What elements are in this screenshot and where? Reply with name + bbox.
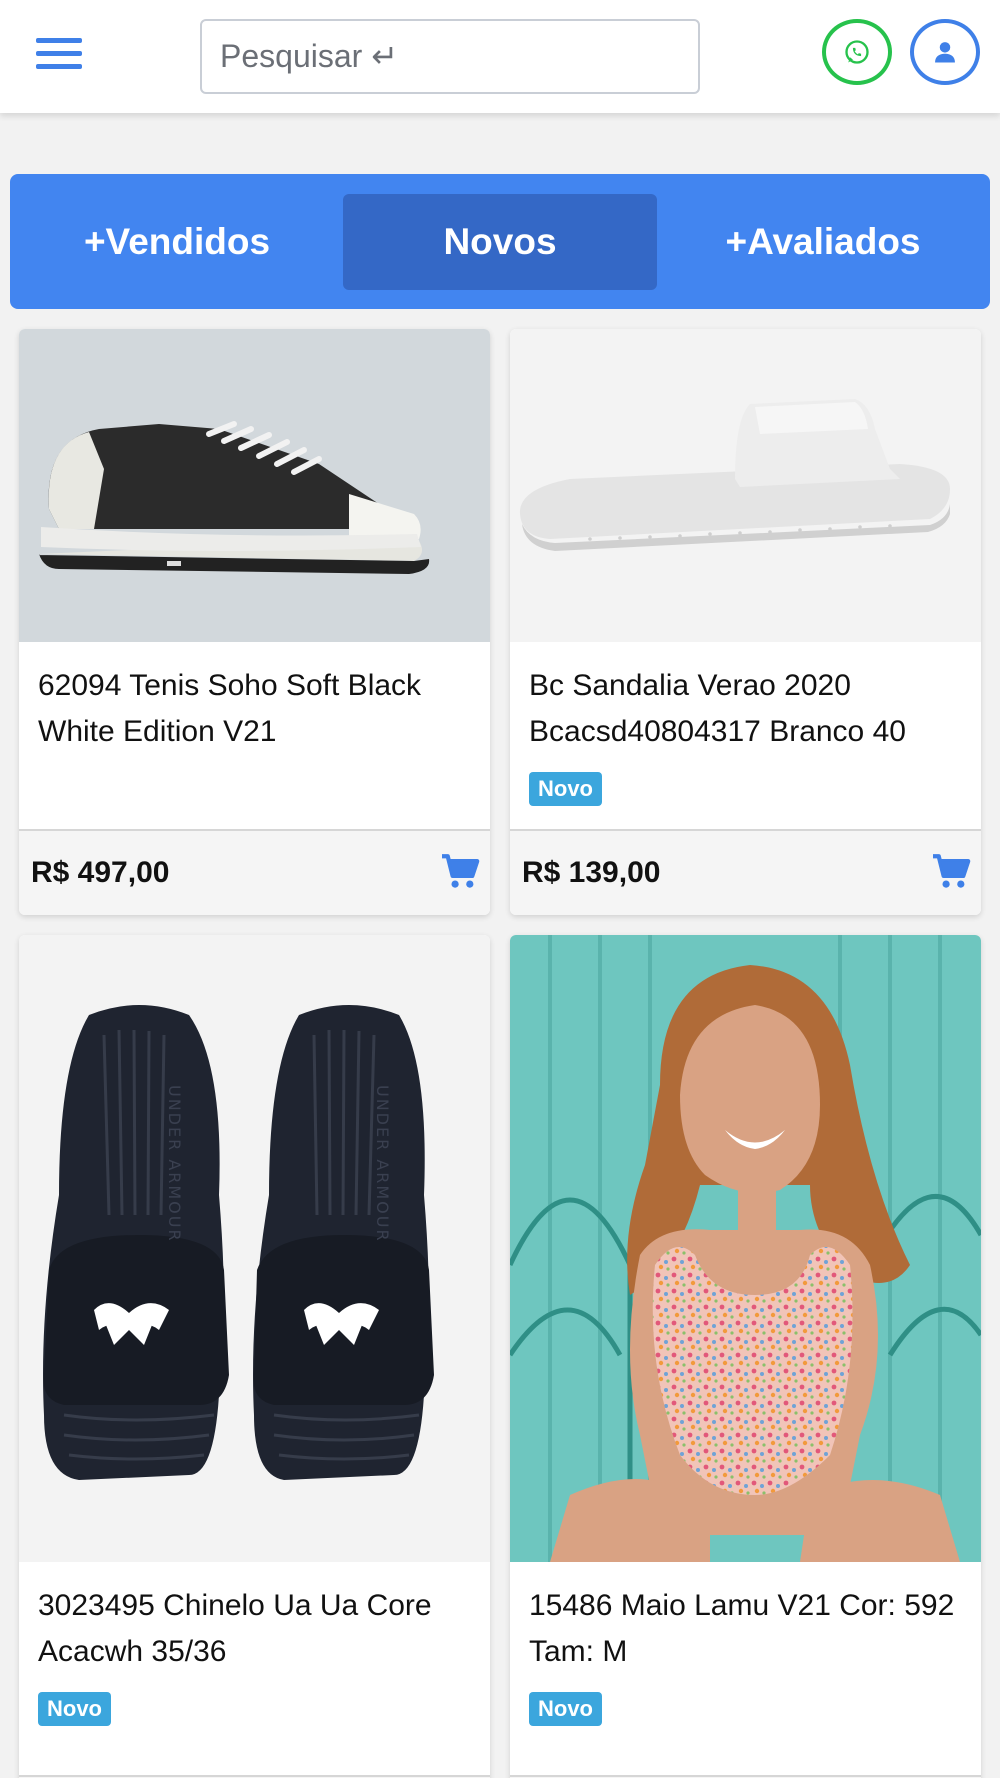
whatsapp-button[interactable]	[822, 19, 892, 85]
search-input[interactable]	[200, 19, 700, 94]
product-image	[510, 329, 981, 642]
status-badge: Novo	[529, 772, 602, 806]
product-title[interactable]: 62094 Tenis Soho Soft Black White Editio…	[38, 663, 471, 755]
product-price: R$ 139,00	[522, 856, 661, 889]
product-card[interactable]: 62094 Tenis Soho Soft Black White Editio…	[19, 329, 490, 915]
top-bar	[0, 0, 1000, 113]
product-card[interactable]: UNDER ARMOUR UNDER ARMOUR 3023495 Chinel…	[19, 935, 490, 1778]
product-filter-tabs: +Vendidos Novos +Avaliados	[10, 174, 990, 309]
status-badge: Novo	[529, 1692, 602, 1726]
user-account-button[interactable]	[910, 19, 980, 85]
tab-novos[interactable]: Novos	[343, 193, 657, 290]
tab-mais-vendidos[interactable]: +Vendidos	[20, 194, 334, 290]
product-image	[19, 329, 490, 642]
product-price: R$ 497,00	[31, 856, 170, 889]
product-title[interactable]: 3023495 Chinelo Ua Ua Core Acacwh 35/36	[38, 1583, 471, 1675]
product-image	[510, 935, 981, 1562]
product-card[interactable]: 15486 Maio Lamu V21 Cor: 592 Tam: M Novo	[510, 935, 981, 1778]
product-card[interactable]: Bc Sandalia Verao 2020 Bcacsd40804317 Br…	[510, 329, 981, 915]
product-image: UNDER ARMOUR UNDER ARMOUR	[19, 935, 490, 1562]
product-image-logo-text: UNDER ARMOUR	[373, 1085, 392, 1243]
tab-mais-avaliados[interactable]: +Avaliados	[666, 194, 980, 290]
product-footer: R$ 139,00	[510, 829, 981, 915]
cart-icon[interactable]	[931, 853, 971, 889]
cart-icon[interactable]	[440, 853, 480, 889]
status-badge: Novo	[38, 1692, 111, 1726]
product-footer: R$ 497,00	[19, 829, 490, 915]
product-title[interactable]: 15486 Maio Lamu V21 Cor: 592 Tam: M	[529, 1583, 962, 1675]
hamburger-menu-icon[interactable]	[36, 38, 82, 74]
product-image-logo-text: UNDER ARMOUR	[165, 1085, 184, 1243]
product-title[interactable]: Bc Sandalia Verao 2020 Bcacsd40804317 Br…	[529, 663, 962, 755]
user-icon	[935, 42, 955, 63]
whatsapp-icon	[845, 40, 869, 64]
